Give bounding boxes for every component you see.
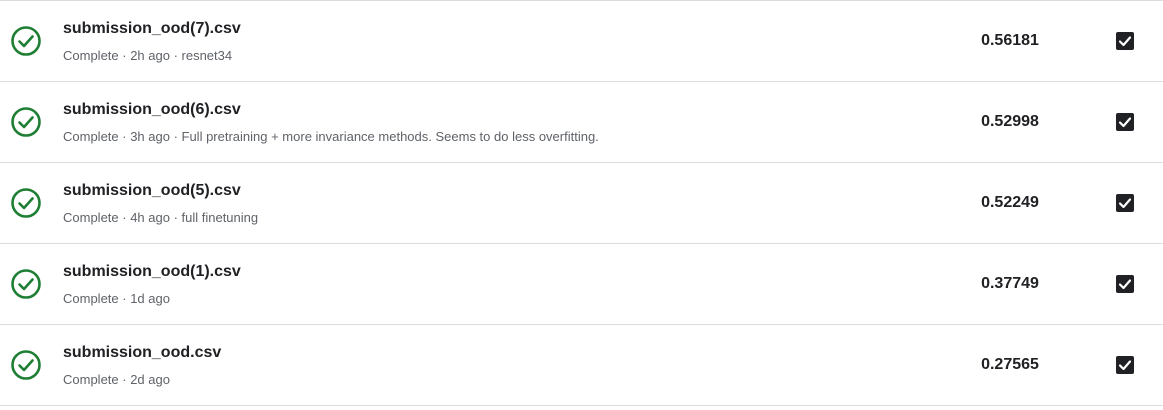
submission-meta: Complete · 1d ago — [63, 291, 170, 306]
submission-row: submission_ood(7).csv Complete · 2h ago … — [0, 1, 1163, 82]
select-checkbox[interactable] — [1116, 356, 1134, 374]
checkmark-icon — [1118, 360, 1132, 371]
check-circle-icon — [11, 188, 41, 218]
submissions-list: submission_ood(7).csv Complete · 2h ago … — [0, 0, 1163, 410]
submission-filename[interactable]: submission_ood(6).csv — [63, 101, 241, 119]
check-circle-icon — [11, 269, 41, 299]
submission-score: 0.27565 — [981, 356, 1039, 373]
submission-row: submission_ood.csv Complete · 2d ago 0.2… — [0, 325, 1163, 406]
submission-score: 0.52998 — [981, 113, 1039, 130]
checkmark-icon — [1118, 36, 1132, 47]
select-checkbox[interactable] — [1116, 113, 1134, 131]
submission-meta: Complete · 2d ago — [63, 372, 170, 387]
submission-row: submission_ood(1).csv Complete · 1d ago … — [0, 244, 1163, 325]
select-checkbox[interactable] — [1116, 275, 1134, 293]
submission-filename[interactable]: submission_ood(1).csv — [63, 263, 241, 281]
submission-score: 0.37749 — [981, 275, 1039, 292]
checkmark-icon — [1118, 279, 1132, 290]
checkmark-icon — [1118, 198, 1132, 209]
submission-meta: Complete · 2h ago · resnet34 — [63, 48, 233, 63]
check-circle-icon — [11, 107, 41, 137]
select-checkbox[interactable] — [1116, 194, 1134, 212]
submission-score: 0.56181 — [981, 32, 1039, 49]
checkmark-icon — [1118, 117, 1132, 128]
submission-row: submission_ood(5).csv Complete · 4h ago … — [0, 163, 1163, 244]
submission-filename[interactable]: submission_ood(5).csv — [63, 182, 241, 200]
check-circle-icon — [11, 350, 41, 380]
submission-row: submission_ood(6).csv Complete · 3h ago … — [0, 82, 1163, 163]
submission-meta: Complete · 3h ago · Full pretraining + m… — [63, 129, 599, 144]
check-circle-icon — [11, 26, 41, 56]
submission-meta: Complete · 4h ago · full finetuning — [63, 210, 259, 225]
select-checkbox[interactable] — [1116, 32, 1134, 50]
submission-score: 0.52249 — [981, 194, 1039, 211]
submission-filename[interactable]: submission_ood.csv — [63, 344, 221, 362]
submission-filename[interactable]: submission_ood(7).csv — [63, 20, 241, 38]
